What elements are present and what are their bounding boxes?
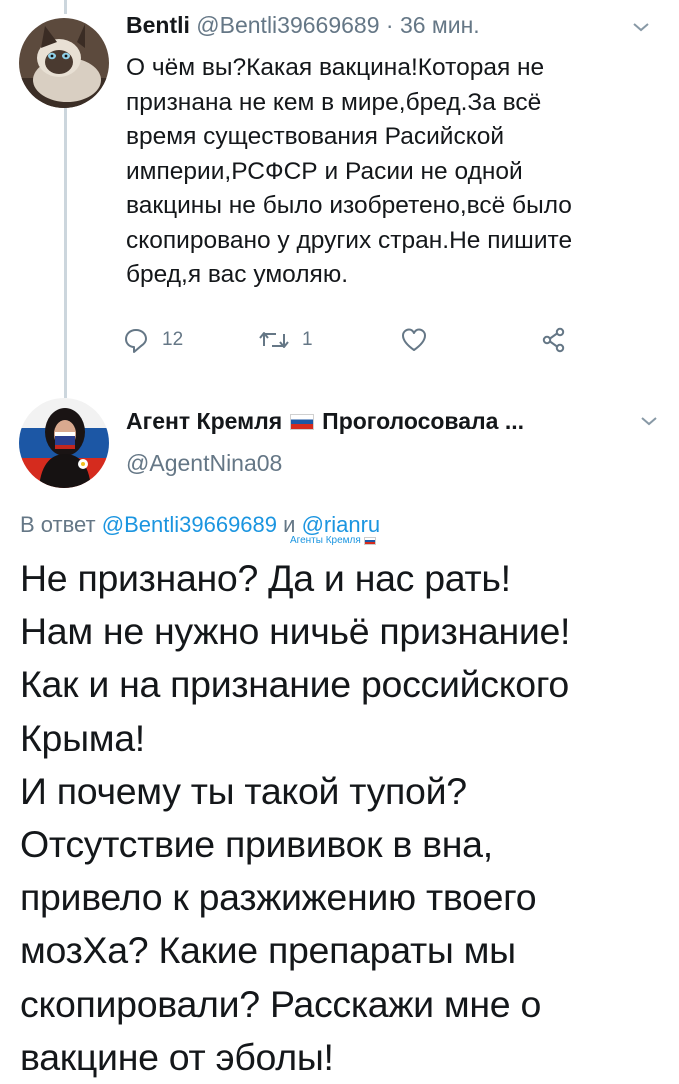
author-handle[interactable]: @Bentli39669689 bbox=[196, 12, 379, 38]
separator: · bbox=[385, 12, 394, 38]
chevron-down-icon[interactable] bbox=[632, 20, 650, 38]
avatar-bentli[interactable] bbox=[19, 18, 109, 108]
tweet2-text: Не признано? Да и нас рать! Нам не нужно… bbox=[20, 557, 571, 1078]
thread-line bbox=[64, 108, 67, 398]
share-icon bbox=[542, 327, 565, 353]
share-button[interactable] bbox=[540, 326, 568, 354]
chevron-down-icon[interactable] bbox=[640, 414, 658, 432]
reply-user-link[interactable]: @rianru bbox=[302, 512, 381, 537]
tweet1-text: О чём вы?Какая вакцина!Которая не призна… bbox=[126, 54, 573, 288]
russian-flag-icon bbox=[363, 536, 376, 545]
reply-button[interactable]: 12 bbox=[122, 326, 183, 354]
author-display-suffix[interactable]: Проголосовала ... bbox=[322, 408, 524, 435]
retweet-icon bbox=[259, 332, 289, 348]
author-name[interactable]: Агент Кремля bbox=[126, 408, 282, 435]
tweet2-author-line: Агент Кремля Проголосовала ... bbox=[126, 408, 524, 435]
agent-label: Агенты Кремля bbox=[290, 535, 376, 546]
russian-flag-icon bbox=[290, 413, 315, 430]
retweet-count: 1 bbox=[302, 329, 313, 350]
heart-icon bbox=[402, 328, 426, 351]
tweet1-actions: 12 1 bbox=[120, 326, 600, 366]
tweet-time[interactable]: 36 мин. bbox=[400, 12, 480, 38]
reply-prefix: В ответ bbox=[20, 512, 96, 537]
thread-line-top bbox=[64, 0, 67, 14]
tweet1-header: Bentli @Bentli39669689 · 36 мин. bbox=[126, 10, 656, 40]
like-button[interactable] bbox=[400, 326, 428, 354]
woman-flag-avatar-image bbox=[19, 398, 109, 488]
retweet-button[interactable]: 1 bbox=[258, 326, 313, 354]
cat-avatar-image bbox=[19, 18, 109, 108]
author-handle[interactable]: @AgentNina08 bbox=[126, 450, 282, 477]
reply-count: 12 bbox=[162, 329, 184, 350]
agent-label-text: Агенты Кремля bbox=[290, 535, 361, 546]
avatar-agentnina[interactable] bbox=[19, 398, 109, 488]
reply-icon bbox=[125, 329, 147, 353]
reply-conj: и bbox=[283, 512, 296, 537]
author-name[interactable]: Bentli bbox=[126, 12, 190, 38]
reply-user-link[interactable]: @Bentli39669689 bbox=[102, 512, 277, 537]
